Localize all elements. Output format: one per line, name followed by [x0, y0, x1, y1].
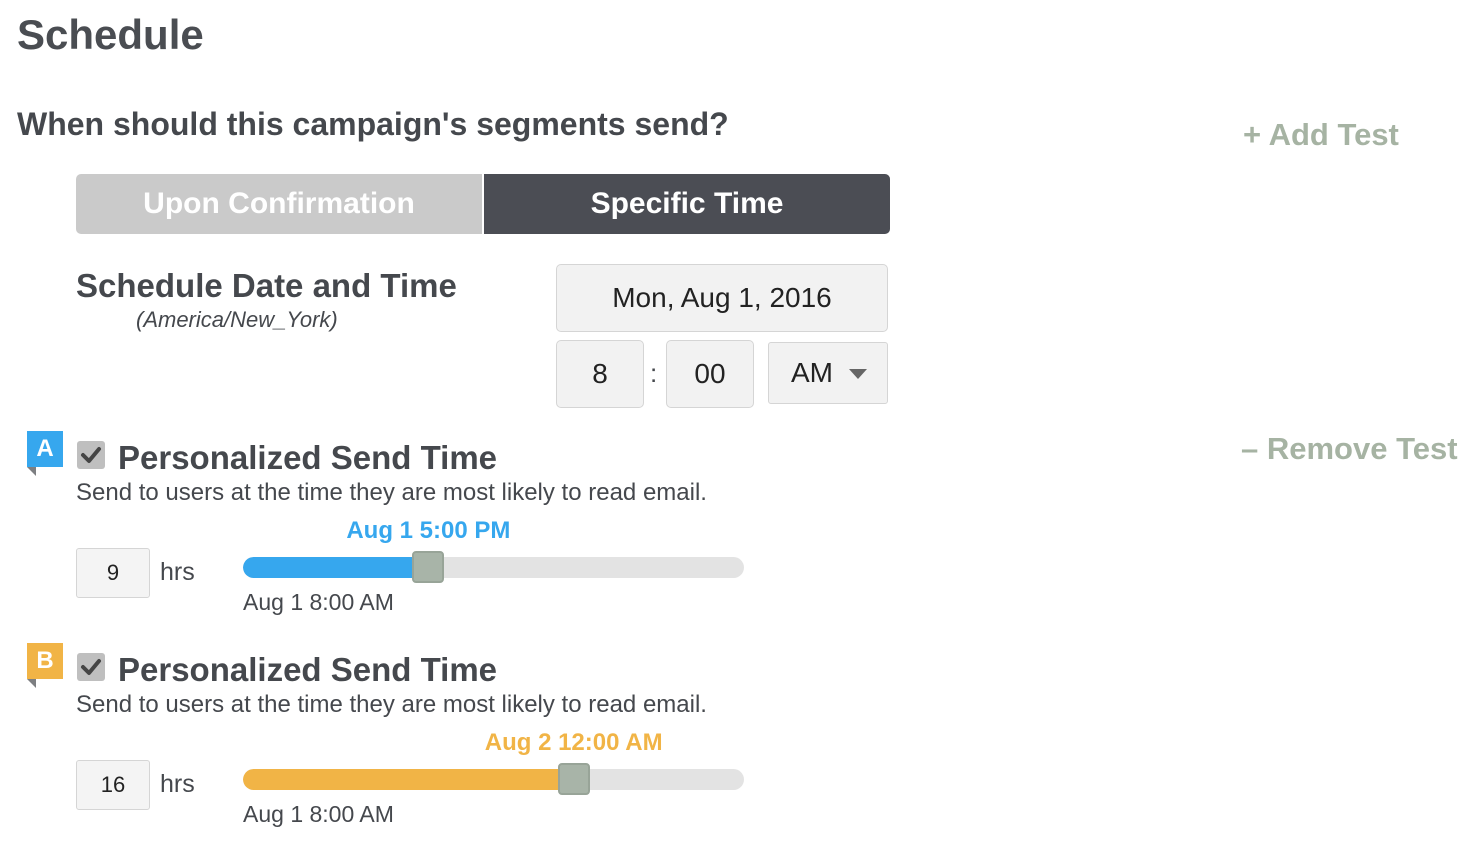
test-b-slider-start: Aug 1 8:00 AM	[243, 801, 394, 827]
test-b-checkbox[interactable]	[77, 653, 105, 681]
checkmark-icon	[81, 447, 101, 463]
time-separator: :	[650, 358, 658, 388]
test-a-description: Send to users at the time they are most …	[76, 479, 707, 506]
add-test-link[interactable]: + Add Test	[1243, 114, 1399, 156]
upon-confirmation-button[interactable]: Upon Confirmation	[76, 174, 482, 234]
schedule-question: When should this campaign's segments sen…	[17, 106, 729, 142]
checkmark-icon	[81, 659, 101, 675]
caret-down-icon	[849, 369, 867, 379]
badge-fold-icon	[27, 467, 36, 476]
test-a-slider-start: Aug 1 8:00 AM	[243, 589, 394, 615]
test-b-title: Personalized Send Time	[118, 651, 498, 688]
test-b-slider-track[interactable]	[243, 769, 744, 790]
badge-fold-icon	[27, 679, 36, 688]
test-a-badge: A	[27, 431, 63, 467]
test-a-hours-input[interactable]: 9	[76, 548, 150, 598]
test-b-badge: B	[27, 643, 63, 679]
specific-time-button[interactable]: Specific Time	[484, 174, 890, 234]
test-a-title: Personalized Send Time	[118, 439, 498, 476]
test-b-description: Send to users at the time they are most …	[76, 691, 707, 718]
schedule-date-label: Schedule Date and Time	[76, 267, 457, 304]
timezone-label: (America/New_York)	[136, 307, 338, 332]
test-b-slider-time: Aug 2 12:00 AM	[484, 729, 663, 756]
test-a-checkbox[interactable]	[77, 441, 105, 469]
test-a-slider-thumb[interactable]	[412, 551, 445, 583]
ampm-select[interactable]: AM	[768, 342, 888, 404]
send-mode-toggle: Upon Confirmation Specific Time	[76, 174, 890, 234]
test-b-slider-fill	[243, 769, 574, 790]
test-a-slider-fill	[243, 557, 429, 578]
test-b-slider-thumb[interactable]	[557, 763, 590, 795]
remove-test-link[interactable]: – Remove Test	[1241, 428, 1458, 470]
page-title: Schedule	[17, 11, 204, 58]
test-a-slider-time: Aug 1 5:00 PM	[346, 517, 511, 544]
date-picker[interactable]: Mon, Aug 1, 2016	[556, 264, 888, 332]
minute-input[interactable]: 00	[666, 340, 754, 408]
hour-input[interactable]: 8	[556, 340, 644, 408]
ampm-value: AM	[791, 357, 833, 388]
test-b-hours-input[interactable]: 16	[76, 760, 150, 810]
test-a-slider-track[interactable]	[243, 557, 744, 578]
test-a-hours-unit: hrs	[160, 558, 195, 586]
test-b-hours-unit: hrs	[160, 770, 195, 798]
